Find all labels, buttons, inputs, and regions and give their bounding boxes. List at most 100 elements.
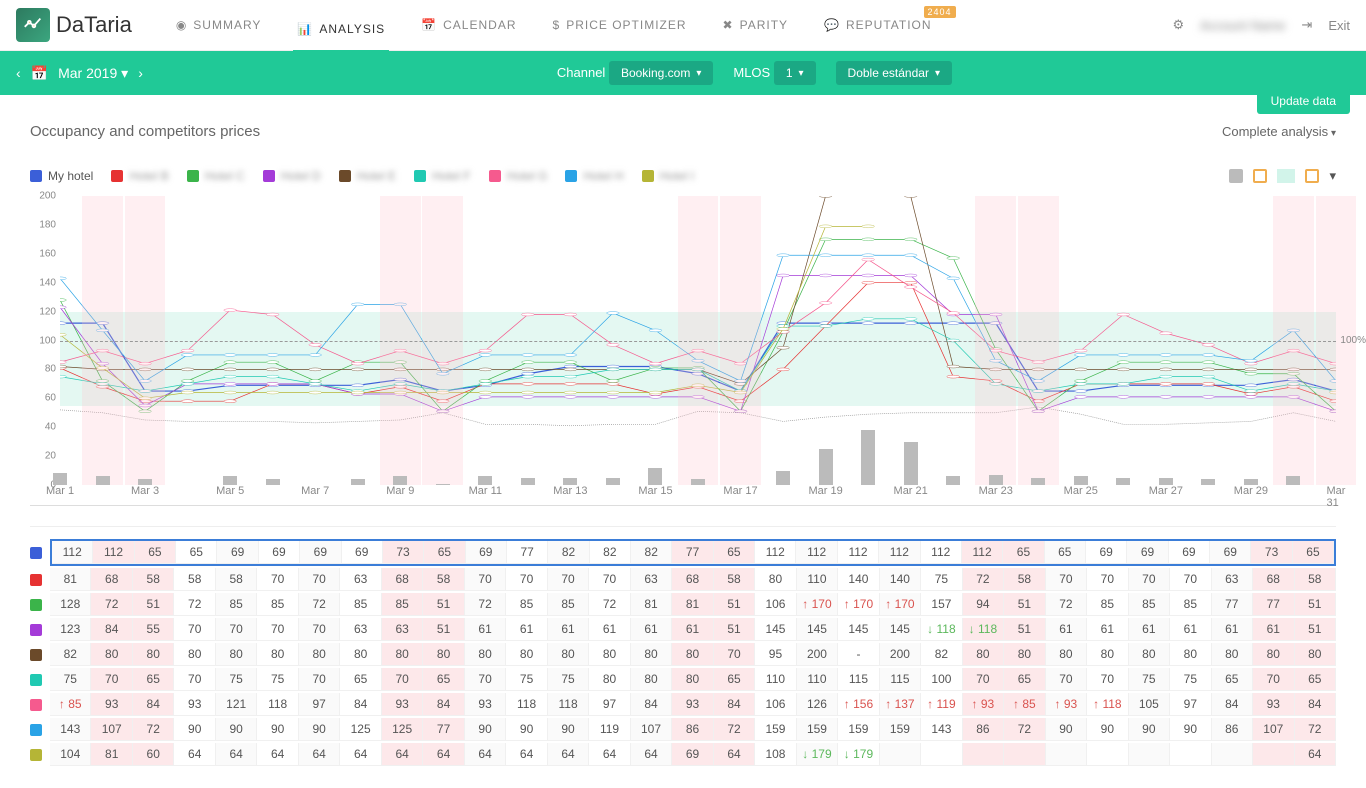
price-cell[interactable]: 112 <box>755 541 796 564</box>
price-cell[interactable]: 110 <box>797 668 838 691</box>
price-cell[interactable]: 80 <box>755 568 796 591</box>
price-cell[interactable]: 112 <box>838 541 879 564</box>
price-cell[interactable]: 125 <box>382 718 423 741</box>
price-cell[interactable]: 145 <box>880 618 921 641</box>
price-cell[interactable]: 72 <box>1295 718 1336 741</box>
legend-item[interactable]: Hotel B <box>111 169 168 183</box>
price-cell[interactable]: 64 <box>548 743 589 766</box>
price-cell[interactable]: 90 <box>299 718 340 741</box>
price-cell[interactable]: 70 <box>465 568 506 591</box>
settings-icon[interactable]: ⚙ <box>1173 17 1185 33</box>
price-cell[interactable]: 80 <box>299 643 340 666</box>
price-cell[interactable]: 72 <box>91 593 132 616</box>
price-cell[interactable]: 51 <box>1004 593 1045 616</box>
price-cell[interactable]: 65 <box>423 668 464 691</box>
price-cell[interactable]: 70 <box>589 568 630 591</box>
price-cell[interactable]: 77 <box>672 541 713 564</box>
price-cell[interactable]: 145 <box>755 618 796 641</box>
price-cell[interactable]: 90 <box>548 718 589 741</box>
price-cell[interactable]: 70 <box>548 568 589 591</box>
price-cell[interactable]: 63 <box>1212 568 1253 591</box>
price-cell[interactable]: 65 <box>1293 541 1334 564</box>
price-cell[interactable]: 106 <box>755 593 796 616</box>
username[interactable]: Account Name <box>1200 18 1285 33</box>
nav-calendar[interactable]: 📅CALENDAR <box>417 8 520 42</box>
price-cell[interactable]: 61 <box>1212 618 1253 641</box>
price-cell[interactable]: 69 <box>672 743 713 766</box>
price-cell[interactable]: 95 <box>755 643 796 666</box>
price-cell[interactable]: 85 <box>257 593 298 616</box>
next-month-button[interactable]: › <box>138 65 143 81</box>
price-cell[interactable] <box>1087 743 1128 766</box>
price-cell[interactable]: 82 <box>631 541 672 564</box>
price-cell[interactable]: 97 <box>1170 693 1211 716</box>
price-cell[interactable]: 84 <box>714 693 755 716</box>
price-cell[interactable]: 118 <box>257 693 298 716</box>
price-cell[interactable]: 80 <box>631 643 672 666</box>
price-cell[interactable]: 51 <box>1295 618 1336 641</box>
price-cell[interactable]: ↓ 179 <box>838 743 879 766</box>
price-cell[interactable]: 77 <box>1212 593 1253 616</box>
price-cell[interactable]: ↑ 170 <box>797 593 838 616</box>
price-cell[interactable]: ↓ 118 <box>921 618 962 641</box>
price-cell[interactable]: 72 <box>174 593 215 616</box>
price-cell[interactable]: 107 <box>1253 718 1294 741</box>
price-cell[interactable]: 61 <box>589 618 630 641</box>
price-cell[interactable]: 112 <box>962 541 1003 564</box>
price-cell[interactable]: 105 <box>1129 693 1170 716</box>
price-cell[interactable]: 63 <box>382 618 423 641</box>
toggle-band[interactable] <box>1277 169 1295 183</box>
price-cell[interactable]: ↑ 85 <box>1004 693 1045 716</box>
price-cell[interactable]: 69 <box>466 541 507 564</box>
price-cell[interactable]: 70 <box>382 668 423 691</box>
price-cell[interactable]: 110 <box>755 668 796 691</box>
price-cell[interactable]: 69 <box>1086 541 1127 564</box>
price-cell[interactable]: 58 <box>714 568 755 591</box>
price-cell[interactable]: 85 <box>506 593 547 616</box>
price-cell[interactable]: 93 <box>382 693 423 716</box>
price-cell[interactable]: 140 <box>880 568 921 591</box>
price-cell[interactable]: 61 <box>672 618 713 641</box>
price-cell[interactable]: 75 <box>506 668 547 691</box>
price-cell[interactable]: 159 <box>755 718 796 741</box>
price-cell[interactable]: 51 <box>714 618 755 641</box>
price-cell[interactable] <box>1004 743 1045 766</box>
price-cell[interactable]: 70 <box>1129 568 1170 591</box>
price-cell[interactable]: 84 <box>1212 693 1253 716</box>
price-cell[interactable]: 115 <box>880 668 921 691</box>
price-cell[interactable]: 80 <box>465 643 506 666</box>
nav-price-optimizer[interactable]: $PRICE OPTIMIZER <box>549 8 691 42</box>
legend-item[interactable]: Hotel I <box>642 169 695 183</box>
price-cell[interactable]: 84 <box>423 693 464 716</box>
price-cell[interactable]: 80 <box>1129 643 1170 666</box>
price-cell[interactable]: 60 <box>133 743 174 766</box>
price-cell[interactable]: 61 <box>1129 618 1170 641</box>
nav-reputation[interactable]: 💬REPUTATION2404 <box>820 8 936 42</box>
legend-item[interactable]: Hotel H <box>565 169 623 183</box>
price-cell[interactable]: 123 <box>50 618 91 641</box>
price-cell[interactable]: 84 <box>631 693 672 716</box>
price-cell[interactable]: 93 <box>91 693 132 716</box>
price-cell[interactable]: 86 <box>1212 718 1253 741</box>
price-cell[interactable]: 75 <box>50 668 91 691</box>
price-cell[interactable]: 80 <box>1212 643 1253 666</box>
price-cell[interactable]: 72 <box>465 593 506 616</box>
price-cell[interactable]: 61 <box>1253 618 1294 641</box>
price-cell[interactable]: 97 <box>299 693 340 716</box>
price-cell[interactable]: 93 <box>672 693 713 716</box>
price-cell[interactable]: 70 <box>299 618 340 641</box>
price-cell[interactable]: 70 <box>963 668 1004 691</box>
price-cell[interactable]: 65 <box>1045 541 1086 564</box>
price-cell[interactable]: 80 <box>216 643 257 666</box>
nav-analysis[interactable]: 📊ANALYSIS <box>293 8 389 53</box>
price-cell[interactable]: 72 <box>1046 593 1087 616</box>
price-cell[interactable]: 112 <box>52 541 93 564</box>
price-cell[interactable] <box>880 743 921 766</box>
price-cell[interactable]: 90 <box>465 718 506 741</box>
price-cell[interactable]: 58 <box>1004 568 1045 591</box>
price-cell[interactable]: 90 <box>1087 718 1128 741</box>
price-cell[interactable]: 61 <box>631 618 672 641</box>
price-cell[interactable]: 70 <box>1046 568 1087 591</box>
price-cell[interactable]: 140 <box>838 568 879 591</box>
price-cell[interactable]: 75 <box>216 668 257 691</box>
